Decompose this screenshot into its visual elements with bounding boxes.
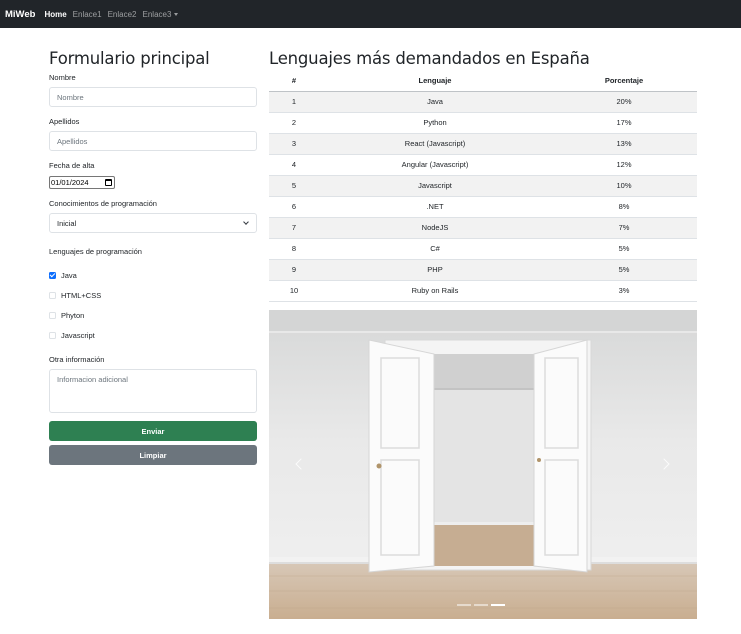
cell-porcentaje: 5% (551, 238, 697, 260)
limpiar-button[interactable]: Limpiar (49, 445, 257, 465)
cell-lenguaje: Java (319, 91, 551, 113)
nav-dropdown-enlace3[interactable]: Enlace3 (143, 10, 179, 19)
image-carousel[interactable] (269, 310, 697, 619)
checkbox-unchecked-icon[interactable] (49, 331, 56, 339)
fecha-alta-input[interactable]: 01/01/2024 (49, 176, 115, 189)
cell-number: 3 (269, 133, 319, 155)
cell-number: 4 (269, 154, 319, 176)
conocimientos-select[interactable]: Inicial (49, 213, 257, 233)
checkbox-java[interactable]: Java (49, 270, 77, 280)
carousel-indicators (457, 604, 508, 606)
table-row: 2 Python 17% (269, 112, 697, 134)
table-row: 4 Angular (Javascript) 12% (269, 154, 697, 176)
cell-lenguaje: PHP (319, 259, 551, 281)
otra-info-label: Otra información (49, 355, 105, 364)
table-row: 3 React (Javascript) 13% (269, 133, 697, 155)
checkbox-checked-icon[interactable] (49, 271, 56, 279)
carousel-indicator-3[interactable] (491, 604, 505, 606)
carousel-indicator-2[interactable] (474, 604, 488, 606)
lenguajes-label: Lenguajes de programación (49, 247, 142, 256)
table-row: 9 PHP 5% (269, 259, 697, 281)
conocimientos-label: Conocimientos de programación (49, 199, 157, 208)
cell-number: 1 (269, 91, 319, 113)
cell-number: 7 (269, 217, 319, 239)
enviar-button[interactable]: Enviar (49, 421, 257, 441)
header-lenguaje: Lenguaje (319, 70, 551, 92)
cell-number: 9 (269, 259, 319, 281)
cell-lenguaje: C# (319, 238, 551, 260)
conocimientos-value: Inicial (57, 218, 77, 228)
navbar-brand[interactable]: MiWeb (5, 9, 35, 20)
apellidos-placeholder: Apellidos (57, 136, 88, 146)
nav-link-home[interactable]: Home (44, 10, 66, 19)
table-header-row: # Lenguaje Porcentaje (269, 70, 697, 92)
caret-down-icon (174, 12, 179, 16)
cell-lenguaje: NodeJS (319, 217, 551, 239)
cell-number: 2 (269, 112, 319, 134)
cell-lenguaje: Javascript (319, 175, 551, 197)
checkbox-unchecked-icon[interactable] (49, 291, 56, 299)
cell-number: 10 (269, 280, 319, 302)
navbar: MiWeb Home Enlace1 Enlace2 Enlace3 (0, 0, 741, 28)
cell-lenguaje: Ruby on Rails (319, 280, 551, 302)
cell-porcentaje: 20% (551, 91, 697, 113)
cell-lenguaje: Python (319, 112, 551, 134)
nombre-input[interactable]: Nombre (49, 87, 257, 107)
cell-number: 6 (269, 196, 319, 218)
apellidos-label: Apellidos (49, 117, 80, 126)
cell-lenguaje: .NET (319, 196, 551, 218)
table-title: Lenguajes más demandados en España (269, 49, 590, 68)
table-row: 8 C# 5% (269, 238, 697, 260)
checkbox-java-label: Java (61, 270, 77, 280)
nombre-label: Nombre (49, 73, 76, 82)
cell-porcentaje: 13% (551, 133, 697, 155)
nav-link-enlace2[interactable]: Enlace2 (108, 10, 137, 19)
header-number: # (269, 70, 319, 92)
otra-info-textarea[interactable]: Informacion adicional (49, 369, 257, 413)
checkbox-javascript[interactable]: Javascript (49, 330, 95, 340)
cell-porcentaje: 8% (551, 196, 697, 218)
cell-porcentaje: 7% (551, 217, 697, 239)
cell-porcentaje: 10% (551, 175, 697, 197)
checkbox-html-css-label: HTML+CSS (61, 290, 102, 300)
checkbox-javascript-label: Javascript (61, 330, 95, 340)
checkbox-phyton[interactable]: Phyton (49, 310, 84, 320)
apellidos-input[interactable]: Apellidos (49, 131, 257, 151)
header-porcentaje: Porcentaje (551, 70, 697, 92)
carousel-indicator-1[interactable] (457, 604, 471, 606)
fecha-label: Fecha de alta (49, 161, 95, 170)
cell-porcentaje: 5% (551, 259, 697, 281)
cell-porcentaje: 12% (551, 154, 697, 176)
nav-link-enlace1[interactable]: Enlace1 (73, 10, 102, 19)
languages-table: # Lenguaje Porcentaje 1 Java 20% 2 Python 17… (269, 70, 697, 302)
cell-number: 8 (269, 238, 319, 260)
table-row: 7 NodeJS 7% (269, 217, 697, 239)
chevron-down-icon (243, 219, 249, 225)
cell-lenguaje: Angular (Javascript) (319, 154, 551, 176)
nav-link-enlace3-label: Enlace3 (142, 9, 172, 19)
table-row: 10 Ruby on Rails 3% (269, 280, 697, 302)
checkbox-unchecked-icon[interactable] (49, 311, 56, 319)
table-row: 5 Javascript 10% (269, 175, 697, 197)
nombre-placeholder: Nombre (57, 92, 84, 102)
calendar-icon[interactable] (105, 179, 112, 186)
cell-number: 5 (269, 175, 319, 197)
carousel-image-room-doors (269, 310, 697, 619)
form-title: Formulario principal (49, 49, 210, 68)
checkbox-phyton-label: Phyton (61, 310, 85, 320)
cell-porcentaje: 3% (551, 280, 697, 302)
checkbox-html-css[interactable]: HTML+CSS (49, 290, 101, 300)
table-row: 6 .NET 8% (269, 196, 697, 218)
table-row: 1 Java 20% (269, 91, 697, 113)
fecha-value: 01/01/2024 (51, 178, 89, 187)
cell-lenguaje: React (Javascript) (319, 133, 551, 155)
cell-porcentaje: 17% (551, 112, 697, 134)
otra-info-placeholder: Informacion adicional (57, 375, 128, 384)
